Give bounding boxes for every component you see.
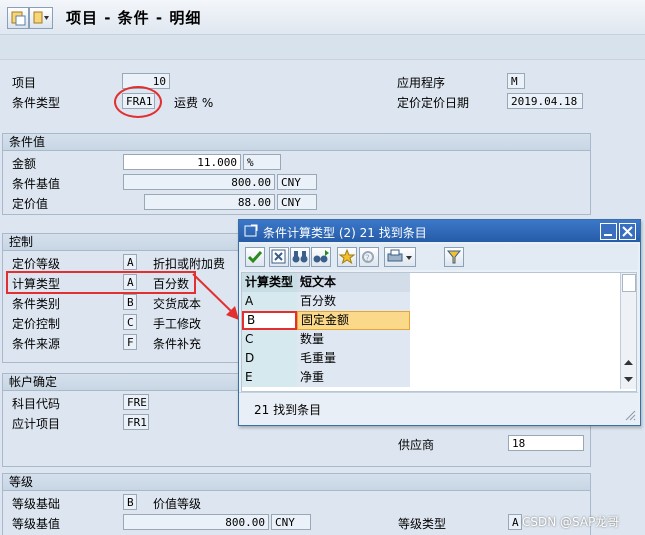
row-text: 数量 <box>297 330 410 349</box>
pricing-level-label: 定价等级 <box>12 257 61 271</box>
dialog-status-bar: 21 找到条目 <box>239 392 638 424</box>
scale-value-field[interactable]: 800.00 <box>123 514 269 530</box>
dialog-title-bar: 条件计算类型 (2) 21 找到条目 <box>239 220 640 242</box>
calculation-type-dialog: 条件计算类型 (2) 21 找到条目 ? 计算类型 短文本 A 百分数 B 固定… <box>238 219 641 426</box>
condition-origin-field[interactable]: F <box>123 334 137 350</box>
row-text: 固定金额 <box>297 311 410 330</box>
condition-base-label: 条件基值 <box>12 177 61 191</box>
vendor-field[interactable]: 18 <box>508 435 584 451</box>
minimize-icon[interactable] <box>600 223 617 240</box>
condition-values-group: 条件值 金额 11.000 % 条件基值 800.00 CNY 定价值 88.0… <box>2 133 591 215</box>
gl-code-label: 科目代码 <box>12 397 61 411</box>
accrual-field[interactable]: FR1 <box>123 414 149 430</box>
svg-text:?: ? <box>365 254 370 264</box>
dialog-title: 条件计算类型 (2) 21 找到条目 <box>263 226 427 240</box>
list-row[interactable]: C 数量 <box>242 330 410 349</box>
filter-icon[interactable] <box>444 247 464 267</box>
find-next-icon[interactable] <box>311 247 331 267</box>
pricing-value-field[interactable]: 88.00 <box>144 194 275 210</box>
scale-value-label: 等级基值 <box>12 517 61 531</box>
status-text: 21 找到条目 <box>254 403 322 417</box>
amount-field[interactable]: 11.000 <box>123 154 241 170</box>
application-toolbar <box>0 35 645 60</box>
scroll-down-icon[interactable] <box>622 372 635 386</box>
help-settings-icon[interactable]: ? <box>359 247 379 267</box>
list-row[interactable]: D 毛重量 <box>242 349 410 368</box>
column-header-short-text[interactable]: 短文本 <box>297 273 410 292</box>
condition-origin-label: 条件来源 <box>12 337 61 351</box>
pricing-value-label: 定价值 <box>12 197 49 211</box>
list-row[interactable]: A 百分数 <box>242 292 410 311</box>
condition-type-description: 运费 % <box>174 96 214 110</box>
confirm-check-icon[interactable] <box>245 247 265 267</box>
application-field[interactable]: M <box>507 73 525 89</box>
row-text: 毛重量 <box>297 349 410 368</box>
print-icon[interactable] <box>384 247 416 267</box>
list-header: 计算类型 短文本 <box>242 273 410 292</box>
menu-dropdown-icon[interactable] <box>29 7 53 29</box>
row-code: C <box>242 330 297 349</box>
close-icon[interactable] <box>619 223 636 240</box>
condition-type-label: 条件类型 <box>12 96 61 110</box>
other-object-icon[interactable] <box>7 7 29 29</box>
list-row-selected[interactable]: B 固定金额 <box>242 311 410 330</box>
condition-base-currency[interactable]: CNY <box>277 174 317 190</box>
list-row[interactable]: E 净重 <box>242 368 410 387</box>
find-binoculars-icon[interactable] <box>290 247 310 267</box>
accrual-label: 应计项目 <box>12 417 61 431</box>
scale-group: 等级 等级基础 B 价值等级 等级基值 800.00 CNY 等级类型 A <box>2 473 591 535</box>
scale-type-label: 等级类型 <box>398 517 447 531</box>
application-label: 应用程序 <box>397 76 446 90</box>
scale-title: 等级 <box>3 474 590 491</box>
pricing-control-field[interactable]: C <box>123 314 137 330</box>
scale-type-field[interactable]: A <box>508 514 522 530</box>
pricing-control-label: 定价控制 <box>12 317 61 331</box>
page-title: 项目 - 条件 - 明细 <box>66 9 202 27</box>
scale-basis-label: 等级基础 <box>12 497 61 511</box>
condition-category-field[interactable]: B <box>123 294 137 310</box>
pricing-level-field[interactable]: A <box>123 254 137 270</box>
condition-category-label: 条件类别 <box>12 297 61 311</box>
scale-basis-field[interactable]: B <box>123 494 137 510</box>
row-text: 净重 <box>297 368 410 387</box>
vendor-label: 供应商 <box>398 438 435 452</box>
dialog-window-icon <box>244 224 258 237</box>
favorites-star-icon[interactable] <box>337 247 357 267</box>
vertical-scrollbar[interactable] <box>620 273 636 389</box>
condition-type-annotation-circle <box>114 86 162 118</box>
gl-code-field[interactable]: FRE <box>123 394 149 410</box>
amount-label: 金额 <box>12 157 37 171</box>
pricing-date-label: 定价定价日期 <box>397 96 470 110</box>
calculation-type-annotation-box <box>6 271 196 294</box>
scroll-up-icon[interactable] <box>622 356 635 370</box>
row-text: 百分数 <box>297 292 410 311</box>
item-label: 项目 <box>12 76 37 90</box>
row-code: D <box>242 349 297 368</box>
condition-values-title: 条件值 <box>3 134 590 151</box>
watermark: CSDN @SAP龙哥 <box>522 515 620 529</box>
resize-grip-icon[interactable] <box>624 409 636 421</box>
scroll-thumb[interactable] <box>622 274 636 292</box>
pricing-date-field[interactable]: 2019.04.18 <box>507 93 583 109</box>
scale-basis-description: 价值等级 <box>153 497 202 511</box>
row-code: E <box>242 368 297 387</box>
pricing-value-currency[interactable]: CNY <box>277 194 317 210</box>
row-code: A <box>242 292 297 311</box>
title-bar: 项目 - 条件 - 明细 <box>0 0 645 35</box>
amount-unit-field[interactable]: % <box>243 154 281 170</box>
row-code: B <box>242 311 297 330</box>
cancel-x-icon[interactable] <box>269 247 289 267</box>
condition-base-field[interactable]: 800.00 <box>123 174 275 190</box>
scale-value-currency[interactable]: CNY <box>271 514 311 530</box>
result-list: 计算类型 短文本 A 百分数 B 固定金额 C 数量 D 毛重量 E 净重 <box>241 272 637 392</box>
dialog-toolbar: ? <box>239 244 638 270</box>
column-header-calc-type[interactable]: 计算类型 <box>242 273 297 292</box>
condition-origin-description: 条件补充 <box>153 337 202 351</box>
